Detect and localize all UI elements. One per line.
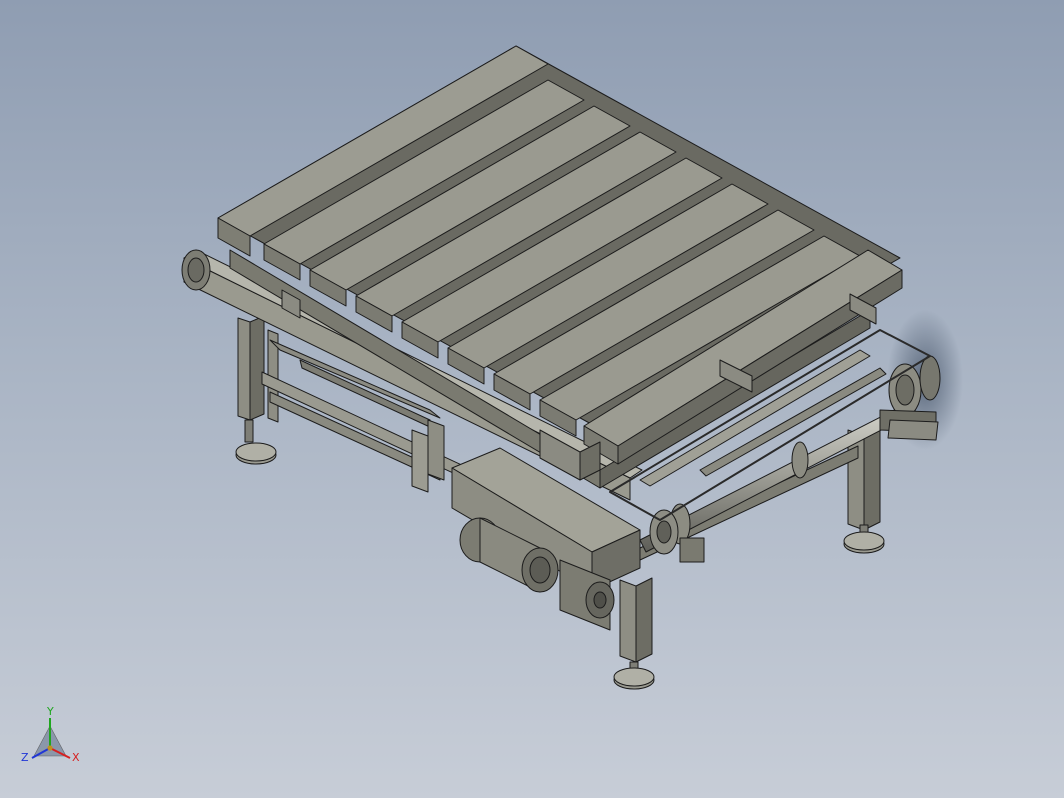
triad-z-label: Z	[21, 751, 29, 764]
view-orientation-triad[interactable]: Y X Z	[21, 705, 80, 764]
rail-bracket	[411, 419, 445, 493]
triad-y-label: Y	[46, 705, 54, 718]
triad-origin	[47, 745, 53, 751]
graphics-viewport[interactable]: Y X Z	[0, 0, 1064, 798]
conveyor-assembly-model[interactable]: Y X Z	[0, 0, 1064, 798]
triad-x-label: X	[72, 751, 80, 764]
